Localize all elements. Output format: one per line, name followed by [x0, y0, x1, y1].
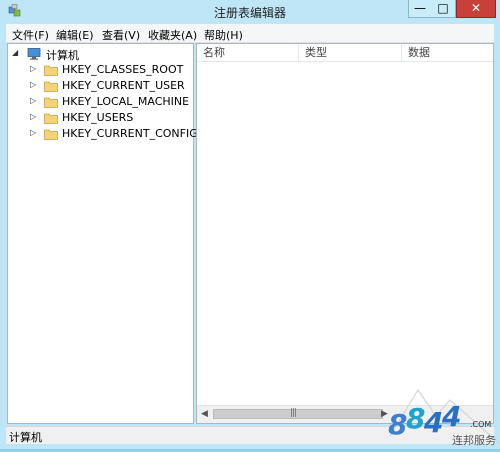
- folder-icon: [44, 112, 58, 124]
- tree-label: HKEY_LOCAL_MACHINE: [62, 95, 190, 108]
- key-tree-pane[interactable]: ◢ 计算机 ▷ HKEY_CLASSES_ROOT ▷ HKEY_CURRENT…: [7, 43, 198, 424]
- minimize-button[interactable]: —: [408, 0, 432, 18]
- status-text: 计算机: [9, 431, 42, 444]
- column-header-label: 类型: [305, 46, 327, 59]
- column-header-label: 名称: [203, 46, 225, 59]
- folder-icon: [44, 96, 58, 108]
- maximize-icon: □: [437, 1, 449, 15]
- tree-label: HKEY_CLASSES_ROOT: [62, 63, 184, 76]
- computer-icon: [26, 48, 42, 60]
- close-button[interactable]: ✕: [456, 0, 496, 18]
- tree-item-hkey-current-user[interactable]: ▷ HKEY_CURRENT_USER: [30, 78, 190, 94]
- folder-icon: [44, 128, 58, 140]
- watermark-logo: 8 8 4 4 .COM 连邦服务: [380, 378, 500, 449]
- column-header-name[interactable]: 名称: [197, 44, 299, 62]
- tree-item-computer[interactable]: ◢ 计算机: [12, 46, 132, 62]
- scroll-thumb[interactable]: |||: [213, 408, 383, 419]
- menu-help[interactable]: 帮助(H): [204, 27, 243, 43]
- menu-view[interactable]: 查看(V): [102, 27, 140, 43]
- column-header-data[interactable]: 数据: [402, 44, 493, 62]
- registry-editor-window: 注册表编辑器 — □ ✕ 文件(F) 编辑(E) 查看(V) 收藏夹(A) 帮助…: [0, 0, 500, 449]
- values-list-pane[interactable]: 名称 类型 数据 ◀ ||| ▶: [196, 43, 494, 424]
- tree-label-computer: 计算机: [46, 49, 79, 62]
- folder-icon: [44, 80, 58, 92]
- menu-favorites[interactable]: 收藏夹(A): [148, 27, 197, 43]
- tree-label: HKEY_USERS: [62, 111, 134, 124]
- svg-text:4: 4: [423, 406, 443, 439]
- tree-item-hkey-classes-root[interactable]: ▷ HKEY_CLASSES_ROOT: [30, 62, 190, 78]
- tree-item-hkey-users[interactable]: ▷ HKEY_USERS: [30, 110, 190, 126]
- tree-label: HKEY_CURRENT_CONFIG: [62, 127, 198, 140]
- expand-icon[interactable]: ▷: [30, 80, 36, 89]
- svg-text:4: 4: [441, 400, 461, 433]
- scroll-left-arrow-icon[interactable]: ◀: [201, 409, 208, 419]
- expand-icon[interactable]: ▷: [30, 112, 36, 121]
- menu-bar: 文件(F) 编辑(E) 查看(V) 收藏夹(A) 帮助(H): [6, 24, 494, 43]
- expand-icon[interactable]: ▷: [30, 96, 36, 105]
- grip-icon: |||: [290, 408, 297, 418]
- svg-text:.COM: .COM: [470, 420, 491, 429]
- maximize-button[interactable]: □: [431, 0, 456, 18]
- svg-text:连邦服务: 连邦服务: [452, 434, 496, 447]
- menu-edit[interactable]: 编辑(E): [56, 27, 94, 43]
- collapse-icon[interactable]: ◢: [12, 48, 18, 57]
- expand-icon[interactable]: ▷: [30, 64, 36, 73]
- minimize-icon: —: [414, 1, 426, 15]
- svg-text:8: 8: [406, 402, 425, 435]
- close-icon: ✕: [470, 1, 482, 15]
- title-bar[interactable]: 注册表编辑器 — □ ✕: [0, 0, 500, 22]
- menu-file[interactable]: 文件(F): [12, 27, 49, 43]
- column-header-type[interactable]: 类型: [299, 44, 402, 62]
- tree-item-hkey-local-machine[interactable]: ▷ HKEY_LOCAL_MACHINE: [30, 94, 190, 110]
- tree-label: HKEY_CURRENT_USER: [62, 79, 185, 92]
- expand-icon[interactable]: ▷: [30, 128, 36, 137]
- svg-text:8: 8: [388, 408, 407, 441]
- tree-item-hkey-current-config[interactable]: ▷ HKEY_CURRENT_CONFIG: [30, 126, 198, 142]
- column-header-label: 数据: [408, 46, 430, 59]
- folder-icon: [44, 64, 58, 76]
